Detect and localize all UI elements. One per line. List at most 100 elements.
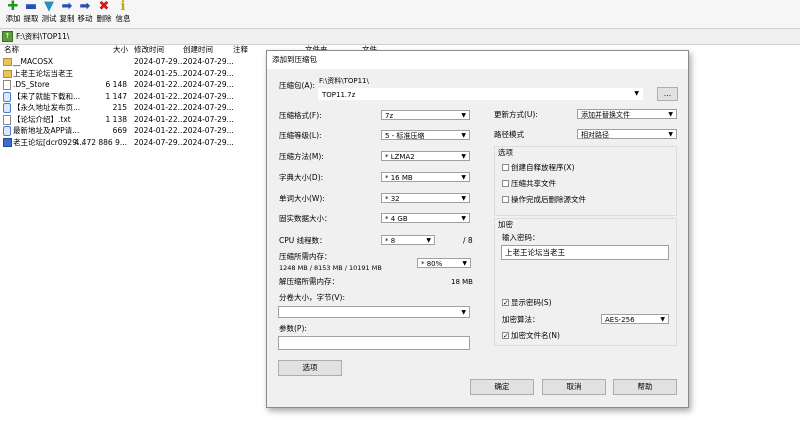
delete-after-label: 操作完成后删除源文件 [511, 195, 586, 204]
file-modified: 2024-07-29... [134, 137, 185, 147]
file-name: __MACOSX [13, 57, 54, 66]
enc-method-select[interactable]: AES-256 ▼ [601, 314, 669, 324]
file-size: 1 147 [105, 91, 127, 101]
update-label: 更新方式(U): [494, 110, 538, 119]
file-created: 2024-07-29... [183, 91, 234, 101]
password-label: 输入密码： [502, 233, 540, 242]
threads-select[interactable]: * 8 ▼ [381, 235, 435, 245]
file-name: 上老王论坛当老王 [13, 68, 73, 78]
encrypt-names-checkbox[interactable]: ✓ [502, 332, 509, 340]
dialog-title: 添加到压缩包 [267, 51, 688, 69]
decomp-label: 解压缩所需内存： [279, 277, 339, 286]
split-label: 分卷大小，字节(V): [279, 293, 346, 302]
col-name[interactable]: 名称 [4, 44, 19, 55]
file-icon [3, 80, 11, 90]
cancel-button[interactable]: 取消 [542, 379, 606, 395]
file-size: 669 [112, 126, 127, 135]
pathmode-select[interactable]: 相对路径 ▼ [577, 129, 677, 139]
archive-dir: F:\资料\TOP11\ [319, 77, 369, 85]
file-created: 2024-07-29... [183, 68, 234, 78]
col-created[interactable]: 创建时间 [183, 44, 213, 55]
folder-icon [3, 69, 12, 78]
show-password-label: 显示密码(S) [511, 298, 552, 307]
split-select[interactable]: ▼ [278, 306, 470, 318]
file-icon [3, 103, 11, 113]
options-button[interactable]: 选项 [278, 360, 342, 376]
dict-select[interactable]: * 16 MB ▼ [381, 172, 470, 182]
options-group-title: 选项 [498, 148, 513, 157]
encrypt-group-title: 加密 [498, 220, 513, 229]
delete-after-checkbox[interactable] [502, 196, 509, 203]
file-modified: 2024-01-25... [134, 68, 185, 78]
level-select[interactable]: 5 - 标准压缩 ▼ [381, 130, 470, 140]
executable-icon [3, 137, 12, 147]
toolbar-button-label: 信息 [115, 14, 131, 23]
col-comment[interactable]: 注释 [233, 44, 248, 55]
file-name: 【永久地址发布页... [13, 103, 81, 112]
file-name: .DS_Store [13, 80, 50, 89]
file-modified: 2024-01-22... [134, 80, 185, 89]
sfx-checkbox[interactable] [502, 164, 509, 171]
help-button[interactable]: 帮助 [613, 379, 677, 395]
file-modified: 2024-01-22... [134, 126, 185, 135]
file-created: 2024-07-29... [183, 114, 234, 124]
file-created: 2024-07-29... [183, 126, 234, 135]
pathmode-label: 路径模式 [494, 130, 524, 139]
shared-checkbox[interactable] [502, 180, 509, 187]
params-input[interactable] [278, 336, 470, 350]
info-icon: ℹ [120, 0, 126, 14]
file-name: 【来了就能下载和... [13, 91, 81, 101]
solid-label: 固实数据大小： [279, 214, 332, 223]
address-bar: ↑ F:\资料\TOP11\ [0, 28, 800, 45]
file-icon [3, 126, 11, 136]
format-select[interactable]: 7z ▼ [381, 110, 470, 120]
col-size[interactable]: 大小 [113, 44, 128, 55]
encrypt-names-label: 加密文件名(N) [511, 331, 560, 340]
sfx-label: 创建自释放程序(X) [511, 163, 575, 172]
shared-label: 压缩共享文件 [511, 179, 556, 188]
archive-name-combo[interactable]: TOP11.7z ▼ [318, 88, 643, 100]
memory-label: 压缩所需内存： [279, 252, 332, 261]
file-created: 2024-07-29... [183, 103, 234, 112]
show-password-checkbox[interactable]: ✓ [502, 299, 509, 307]
file-size: 1 138 [105, 114, 127, 124]
file-name: 最新地址及APP请... [13, 126, 80, 135]
method-select[interactable]: * LZMA2 ▼ [381, 151, 470, 161]
method-label: 压缩方法(M): [279, 152, 324, 161]
toolbar: ✚ 添加 ▬ 提取 ▼ 测试 ➡ 复制 ➡ 移动 ✖ 删除 ℹ 信息 [0, 0, 800, 28]
file-created: 2024-07-29... [183, 80, 234, 89]
file-modified: 2024-07-29... [134, 57, 185, 66]
folder-icon [3, 58, 12, 66]
up-folder-icon[interactable]: ↑ [2, 31, 13, 42]
file-size: 4 472 886 9... [74, 137, 127, 147]
ok-button[interactable]: 确定 [470, 379, 534, 395]
threads-label: CPU 线程数： [279, 236, 327, 245]
decomp-value: 18 MB [451, 278, 473, 286]
add-to-archive-dialog: 添加到压缩包 压缩包(A): F:\资料\TOP11\ TOP11.7z ▼ ..… [266, 50, 689, 408]
file-icon [3, 114, 11, 125]
toolbar-button-6[interactable]: ℹ 信息 [112, 0, 134, 24]
address-path[interactable]: F:\资料\TOP11\ [16, 30, 69, 43]
password-input[interactable]: 上老王论坛当老王 [501, 245, 669, 260]
file-created: 2024-07-29... [183, 137, 234, 147]
dict-label: 字典大小(D): [279, 173, 324, 182]
file-modified: 2024-01-22... [134, 91, 185, 101]
file-modified: 2024-01-22... [134, 103, 185, 112]
word-select[interactable]: * 32 ▼ [381, 193, 470, 203]
level-label: 压缩等级(L): [279, 131, 322, 140]
format-label: 压缩格式(F): [279, 111, 322, 120]
params-label: 参数(P): [279, 324, 307, 333]
solid-select[interactable]: * 4 GB ▼ [381, 213, 470, 223]
browse-button[interactable]: ... [657, 87, 678, 101]
update-select[interactable]: 添加并替换文件 ▼ [577, 109, 677, 119]
file-name: 【论坛介绍】.txt [13, 114, 71, 124]
file-size: 215 [112, 103, 127, 112]
file-size: 6 148 [105, 80, 127, 89]
memory-pct-select[interactable]: * 80% ▼ [417, 258, 471, 268]
threads-total: / 8 [463, 236, 473, 245]
archive-label: 压缩包(A): [279, 81, 316, 90]
file-created: 2024-07-29... [183, 57, 234, 66]
memory-detail: 1248 MB / 8153 MB / 10191 MB [279, 264, 382, 272]
col-modified[interactable]: 修改时间 [134, 44, 164, 55]
file-modified: 2024-01-22... [134, 114, 185, 124]
